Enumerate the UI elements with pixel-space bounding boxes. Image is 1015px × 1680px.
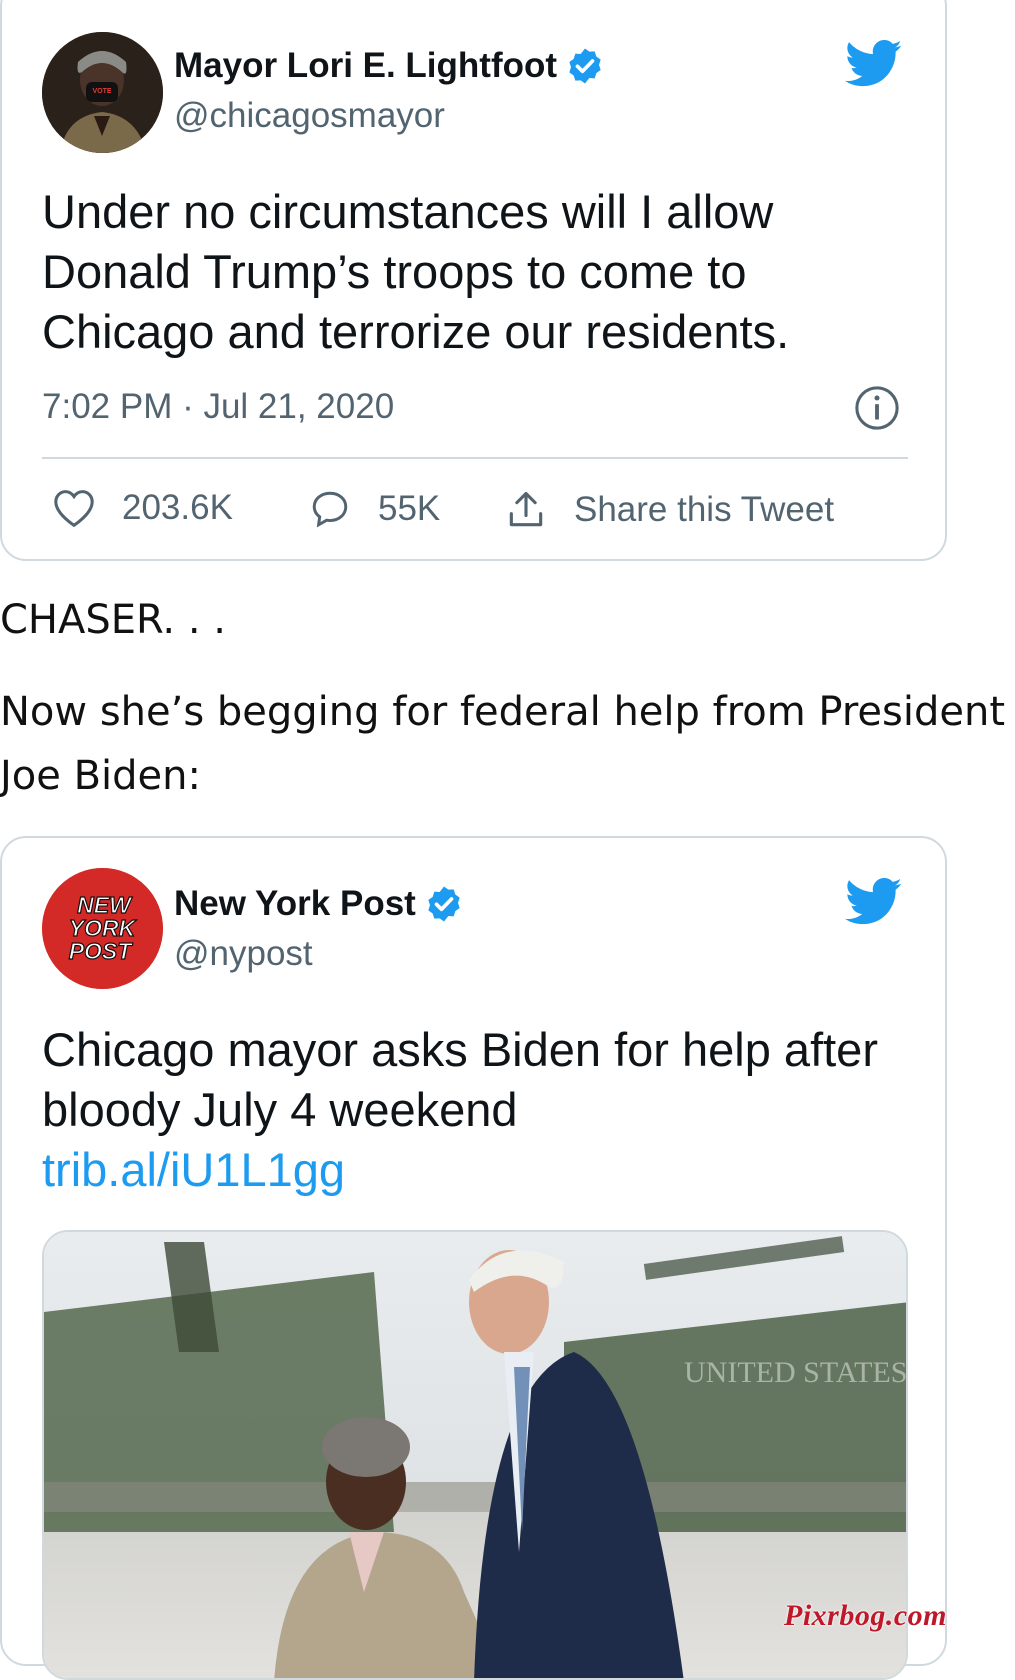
info-icon[interactable] xyxy=(854,385,900,431)
avatar-lightfoot[interactable]: VOTE xyxy=(42,32,163,153)
tweet-text: Chicago mayor asks Biden for help after … xyxy=(42,1020,902,1200)
tweet-link[interactable]: trib.al/iU1L1gg xyxy=(42,1143,345,1196)
caption-line-2: Now she’s begging for federal help from … xyxy=(0,689,1005,735)
logo-line-post: POST xyxy=(69,938,134,964)
divider xyxy=(42,457,908,459)
share-action[interactable]: Share this Tweet xyxy=(504,488,834,532)
caption-chaser: CHASER. . . xyxy=(0,597,226,643)
verified-badge-icon xyxy=(569,48,601,84)
twitter-bird-icon[interactable] xyxy=(845,878,903,926)
reply-count: 55K xyxy=(378,489,441,528)
tweet-timestamp[interactable]: 7:02 PM · Jul 21, 2020 xyxy=(42,387,394,427)
display-name[interactable]: New York Post xyxy=(174,884,416,924)
display-name-row[interactable]: Mayor Lori E. Lightfoot xyxy=(174,46,605,86)
heart-icon[interactable] xyxy=(52,488,96,528)
display-name-row[interactable]: New York Post xyxy=(174,884,464,924)
avatar-nypost[interactable]: NEW YORK POST xyxy=(42,868,163,989)
tweet-card-nypost[interactable]: NEW YORK POST New York Post @nypost Chic… xyxy=(0,836,947,1680)
tweet-card-lightfoot[interactable]: VOTE Mayor Lori E. Lightfoot @chicagosma… xyxy=(0,0,947,561)
display-name[interactable]: Mayor Lori E. Lightfoot xyxy=(174,46,557,86)
watermark: Pixrbog.com xyxy=(784,1599,947,1632)
plane-text: UNITED STATES xyxy=(684,1356,907,1389)
reply-action[interactable]: 55K xyxy=(308,488,440,530)
twitter-bird-icon[interactable] xyxy=(845,40,903,88)
like-count: 203.6K xyxy=(122,488,233,527)
like-action[interactable]: 203.6K xyxy=(52,488,233,528)
reply-icon[interactable] xyxy=(308,488,352,530)
share-icon[interactable] xyxy=(504,488,548,532)
verified-badge-icon xyxy=(428,886,460,922)
mask-text: VOTE xyxy=(92,88,111,95)
handle[interactable]: @nypost xyxy=(174,934,313,974)
handle[interactable]: @chicagosmayor xyxy=(174,96,445,136)
tweet-text-body: Chicago mayor asks Biden for help after … xyxy=(42,1023,878,1136)
share-label[interactable]: Share this Tweet xyxy=(574,490,834,530)
tweet-photo[interactable]: UNITED STATES xyxy=(42,1230,908,1680)
caption-line-3: Joe Biden: xyxy=(0,753,201,799)
tweet-text: Under no circumstances will I allow Dona… xyxy=(42,185,790,358)
